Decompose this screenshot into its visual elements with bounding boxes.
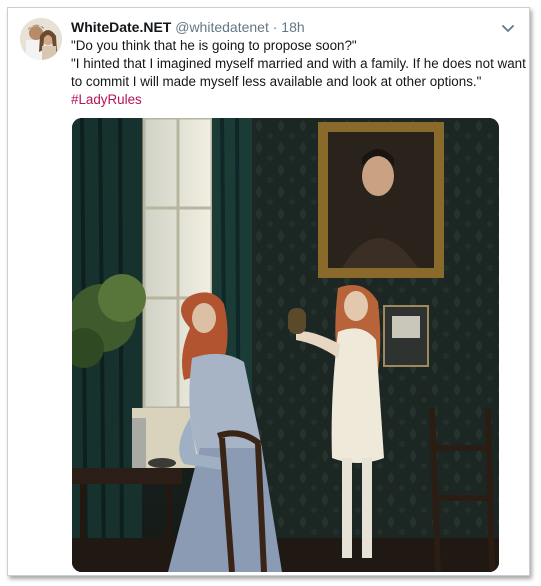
tweet-line-1: "Do you think that he is going to propos…: [71, 38, 357, 53]
display-name[interactable]: WhiteDate.NET: [71, 19, 171, 35]
separator-dot: ·: [272, 19, 278, 35]
user-handle[interactable]: @whitedatenet: [175, 19, 269, 35]
photo-image: [72, 118, 499, 572]
tweet-header: WhiteDate.NET @whitedatenet · 18h: [71, 18, 519, 38]
avatar-image: [20, 18, 62, 60]
hashtag-link[interactable]: #LadyRules: [71, 92, 142, 107]
avatar[interactable]: [20, 18, 62, 60]
timestamp[interactable]: 18h: [281, 19, 304, 35]
tweet-line-2: "I hinted that I imagined myself married…: [71, 56, 526, 89]
tweet-photo[interactable]: [72, 118, 499, 572]
tweet-card[interactable]: WhiteDate.NET @whitedatenet · 18h "Do yo…: [7, 7, 530, 576]
tweet-text: "Do you think that he is going to propos…: [71, 37, 526, 109]
chevron-down-icon[interactable]: [501, 22, 515, 36]
